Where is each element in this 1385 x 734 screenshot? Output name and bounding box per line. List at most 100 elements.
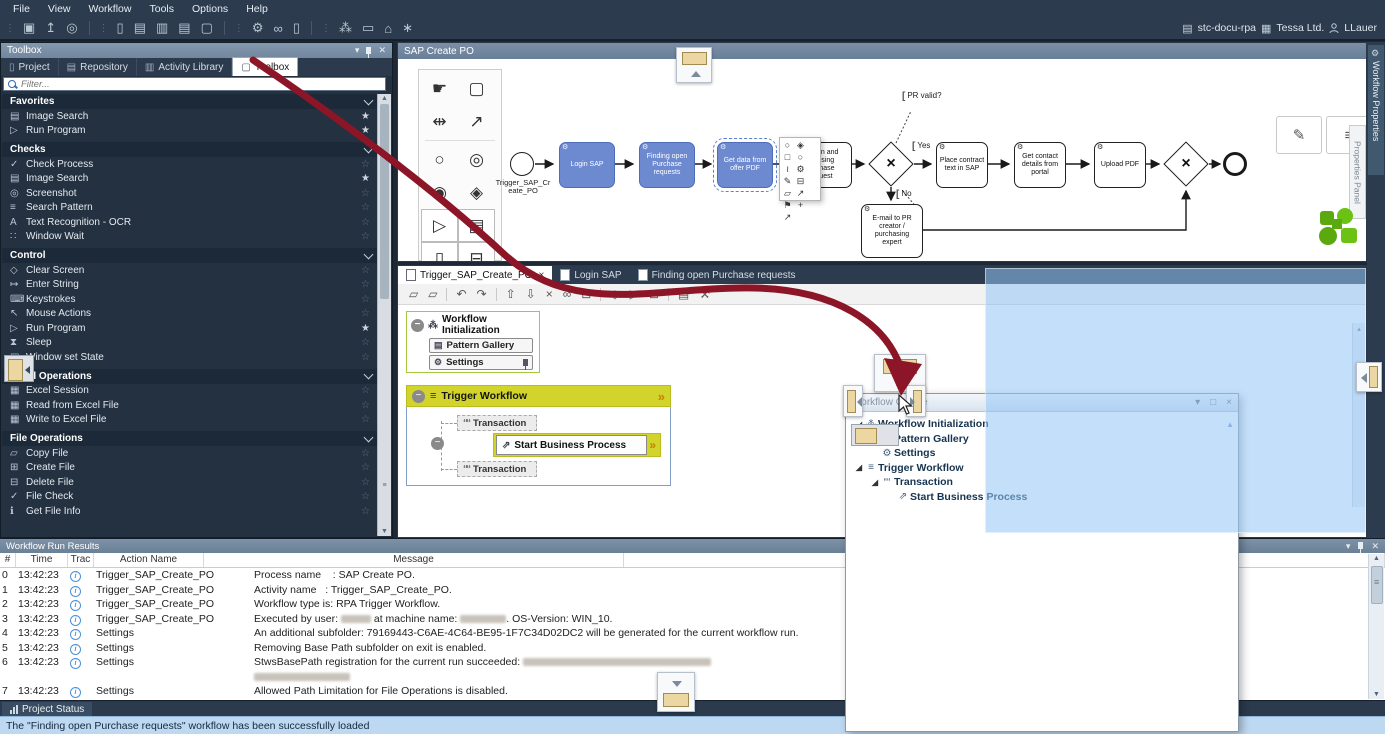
menu-file[interactable]: File — [4, 3, 39, 15]
favorite-star-icon[interactable]: ☆ — [361, 491, 370, 502]
diagram-canvas[interactable]: ☛▢⇹↗○◎◉◈▷▤▯⊟ Trigger_SAP_Cr eate_PO ⚙Log… — [398, 59, 1366, 261]
save-icon[interactable]: ▣ — [23, 20, 35, 36]
tools-icon[interactable]: ⚒ — [699, 287, 710, 301]
pattern-gallery-button[interactable]: ▤ Pattern Gallery — [429, 338, 533, 353]
tab-toolbox[interactable]: ▢Toolbox — [232, 57, 298, 76]
workflow-initialization-block[interactable]: − ⁂ Workflow Initialization ▤ Pattern Ga… — [406, 311, 540, 373]
column-header-message[interactable]: Message — [204, 553, 624, 567]
new-item-icon[interactable]: ∗ — [402, 20, 413, 36]
section-header-favorites[interactable]: Favorites — [2, 94, 380, 109]
lasso-tool-icon[interactable]: ▢ — [458, 72, 495, 105]
style-button[interactable]: ✎ — [1276, 116, 1322, 154]
settings-icon[interactable]: ⚙ — [252, 20, 264, 36]
close-icon[interactable]: ✕ — [378, 45, 386, 56]
move-up-icon[interactable]: ⇧ — [506, 287, 516, 301]
scroll-down-icon[interactable]: ▼ — [1369, 691, 1384, 698]
menu-tools[interactable]: Tools — [140, 3, 183, 15]
favorite-star-icon[interactable]: ☆ — [361, 352, 370, 363]
pin-icon[interactable] — [366, 47, 371, 54]
transaction-chip[interactable]: ““ Transaction — [457, 415, 537, 431]
task-get-data-pdf[interactable]: ⚙Get data from offer PDF — [717, 142, 773, 188]
flag-icon[interactable]: ⚑ — [781, 199, 794, 211]
favorite-star-icon[interactable]: ☆ — [361, 506, 370, 517]
copy-icon[interactable]: ▱ — [409, 287, 418, 301]
favorite-star-icon[interactable]: ★ — [361, 323, 370, 334]
tab-project[interactable]: ▯Project — [1, 58, 59, 76]
task-get-contact[interactable]: ⚙Get contact details from portal — [1014, 142, 1066, 188]
favorite-star-icon[interactable]: ☆ — [361, 188, 370, 199]
trigger-workflow-block[interactable]: − ≡ Trigger Workflow » − ““ Transaction — [406, 385, 671, 486]
task-upload-pdf[interactable]: ⚙Upload PDF — [1094, 142, 1146, 188]
scroll-grip-icon[interactable]: ≡ — [378, 482, 391, 489]
start-event[interactable] — [510, 152, 534, 176]
task-icon[interactable]: ▷ — [421, 209, 458, 242]
editor-tab-trigger_sap_create_po[interactable]: Trigger_SAP_Create_PO× — [398, 266, 552, 284]
toolbox-item-delete-file[interactable]: ⊟Delete File☆ — [2, 475, 380, 490]
delete-icon[interactable]: × — [546, 287, 553, 301]
column-header-trac[interactable]: Trac — [68, 553, 94, 567]
connect-icon[interactable]: ≀ — [781, 163, 794, 175]
append-gateway-icon[interactable]: ◈ — [794, 139, 807, 151]
toolbox-item-excel-session[interactable]: ▦Excel Session☆ — [2, 384, 380, 399]
end-event[interactable] — [1223, 152, 1247, 176]
toolbox-item-run-program[interactable]: ▷Run Program★ — [2, 321, 380, 336]
scroll-up-icon[interactable]: ▲ — [1369, 555, 1384, 562]
toolbox-item-search-pattern[interactable]: ≡Search Pattern☆ — [2, 201, 380, 216]
close-tab-icon[interactable]: × — [538, 270, 544, 281]
column-header-num[interactable]: # — [0, 553, 16, 567]
settings-icon[interactable]: ⚙ — [794, 163, 807, 175]
section-header-control[interactable]: Control — [2, 248, 380, 263]
favorite-star-icon[interactable]: ☆ — [361, 159, 370, 170]
favorite-star-icon[interactable]: ☆ — [361, 448, 370, 459]
toolbox-item-window-wait[interactable]: ∷Window Wait☆ — [2, 230, 380, 245]
add-icon[interactable]: + — [794, 199, 807, 211]
append-event-icon[interactable]: ○ — [781, 139, 794, 151]
tab-project-status[interactable]: Project Status — [2, 702, 92, 717]
settings-button[interactable]: ⚙ Settings — [429, 355, 533, 370]
print-icon[interactable]: ▤ — [678, 287, 689, 301]
toolbox-item-image-search[interactable]: ▤Image Search★ — [2, 109, 380, 124]
column-header-action name[interactable]: Action Name — [94, 553, 204, 567]
pin-icon[interactable] — [1358, 541, 1363, 552]
toolbox-item-write-to-excel-file[interactable]: ▦Write to Excel File☆ — [2, 413, 380, 428]
tab-properties-panel[interactable]: Properties Panel — [1349, 125, 1366, 219]
append-task-icon[interactable]: □ — [781, 151, 794, 163]
menu-options[interactable]: Options — [183, 3, 237, 15]
toolbox-item-screenshot[interactable]: ◎Screenshot☆ — [2, 186, 380, 201]
arrow-icon[interactable]: ↗ — [781, 211, 794, 223]
favorite-star-icon[interactable]: ★ — [361, 111, 370, 122]
scroll-down-icon[interactable]: ▼ — [378, 528, 391, 535]
report-icon[interactable]: ▤ — [178, 20, 190, 36]
connection-tool-icon[interactable]: ↗ — [458, 105, 495, 138]
attachment-icon[interactable]: ∞ — [274, 21, 283, 36]
favorite-star-icon[interactable]: ☆ — [361, 265, 370, 276]
task-finding-open-pr[interactable]: ⚙Finding open Purchase requests — [639, 142, 695, 188]
package-icon[interactable]: ▢ — [201, 20, 213, 36]
new-document-icon[interactable]: ▯ — [117, 20, 124, 36]
breakpoint-icon[interactable]: ◈ — [610, 287, 619, 301]
collapse-icon[interactable]: − — [412, 390, 425, 403]
intermediate-event-icon[interactable]: ◎ — [458, 143, 495, 176]
favorite-star-icon[interactable]: ★ — [361, 125, 370, 136]
toolbox-item-file-check[interactable]: ✓File Check☆ — [2, 490, 380, 505]
window-menu-icon[interactable]: ▾ — [355, 45, 360, 56]
toolbox-item-keystrokes[interactable]: ⌨Keystrokes☆ — [2, 292, 380, 307]
redo-icon[interactable]: ↷ — [477, 287, 487, 301]
tab-activity-library[interactable]: ▥Activity Library — [137, 58, 232, 76]
favorite-star-icon[interactable]: ☆ — [361, 217, 370, 228]
task-place-contract[interactable]: ⚙Place contract text in SAP — [936, 142, 988, 188]
task-login-sap[interactable]: ⚙Login SAP — [559, 142, 615, 188]
filter-input[interactable] — [19, 78, 385, 90]
collapse-icon[interactable]: − — [411, 319, 424, 332]
column-header-time[interactable]: Time — [16, 553, 68, 567]
expand-icon[interactable]: » — [658, 389, 665, 404]
close-icon[interactable]: ✕ — [1371, 541, 1379, 552]
toolbox-item-check-process[interactable]: ✓Check Process☆ — [2, 157, 380, 172]
folder-icon[interactable]: ▱ — [781, 187, 794, 199]
favorite-star-icon[interactable]: ☆ — [361, 385, 370, 396]
delete-icon[interactable]: ⊟ — [794, 175, 807, 187]
toolbox-item-mouse-actions[interactable]: ↖Mouse Actions☆ — [2, 307, 380, 322]
process-graph-icon[interactable]: ⁂ — [339, 20, 352, 36]
favorite-star-icon[interactable]: ☆ — [361, 231, 370, 242]
toolbox-item-window-set-state[interactable]: ▣Window set State☆ — [2, 350, 380, 365]
